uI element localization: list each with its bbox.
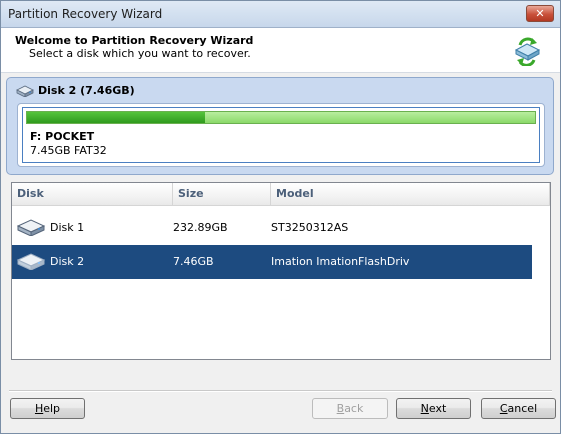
disk-size: 232.89GB — [173, 221, 228, 234]
header-subtitle: Select a disk which you want to recover. — [29, 47, 251, 60]
partition-info: 7.45GB FAT32 — [30, 144, 107, 157]
next-button[interactable]: Next — [396, 398, 471, 419]
disk-recovery-icon — [514, 37, 541, 66]
table-row-selected[interactable]: Disk 2 7.46GB Imation ImationFlashDriv — [12, 245, 532, 279]
disk-cell: Disk 2 — [16, 245, 84, 279]
table-row[interactable]: Disk 1 232.89GB ST3250312AS — [12, 211, 532, 245]
selected-disk-label: Disk 2 (7.46GB) — [16, 84, 135, 97]
selected-disk-text: Disk 2 (7.46GB) — [38, 84, 135, 97]
selected-disk-panel: Disk 2 (7.46GB) F: POCKET 7.45GB FAT32 — [6, 77, 554, 175]
disk-name: Disk 2 — [50, 255, 85, 268]
disk-name: Disk 1 — [50, 221, 85, 234]
partition-block[interactable]: F: POCKET 7.45GB FAT32 — [22, 107, 540, 163]
column-header-model[interactable]: Model — [271, 183, 550, 205]
title-bar[interactable]: Partition Recovery Wizard ✕ — [1, 1, 560, 28]
disk-size: 7.46GB — [173, 255, 214, 268]
partition-usage-bar — [26, 111, 536, 124]
partition-usage-fill — [27, 112, 205, 123]
disk-model: Imation ImationFlashDriv — [271, 255, 410, 268]
back-button[interactable]: Back — [312, 398, 388, 419]
cancel-button[interactable]: Cancel — [481, 398, 556, 419]
column-header-size[interactable]: Size — [173, 183, 271, 205]
footer-separator — [9, 390, 552, 392]
partition-recovery-window: Partition Recovery Wizard ✕ Welcome to P… — [0, 0, 561, 434]
hard-disk-icon — [16, 85, 34, 97]
disk-rows: Disk 1 232.89GB ST3250312AS Disk 2 7.46G… — [12, 211, 532, 279]
partition-map: F: POCKET 7.45GB FAT32 — [17, 103, 545, 167]
disk-list-header: Disk Size Model — [12, 183, 550, 206]
header-title: Welcome to Partition Recovery Wizard — [15, 34, 254, 47]
help-button[interactable]: Help — [10, 398, 85, 419]
partition-name: F: POCKET — [30, 130, 95, 143]
close-button[interactable]: ✕ — [526, 5, 554, 22]
hard-disk-icon — [16, 253, 46, 270]
column-header-disk[interactable]: Disk — [12, 183, 173, 205]
wizard-header: Welcome to Partition Recovery Wizard Sel… — [1, 28, 560, 73]
disk-list[interactable]: Disk Size Model Disk 1 232.89GB ST325031… — [11, 182, 551, 360]
window-title: Partition Recovery Wizard — [8, 7, 163, 21]
disk-cell: Disk 1 — [16, 211, 84, 245]
hard-disk-icon — [16, 219, 46, 236]
disk-model: ST3250312AS — [271, 221, 349, 234]
